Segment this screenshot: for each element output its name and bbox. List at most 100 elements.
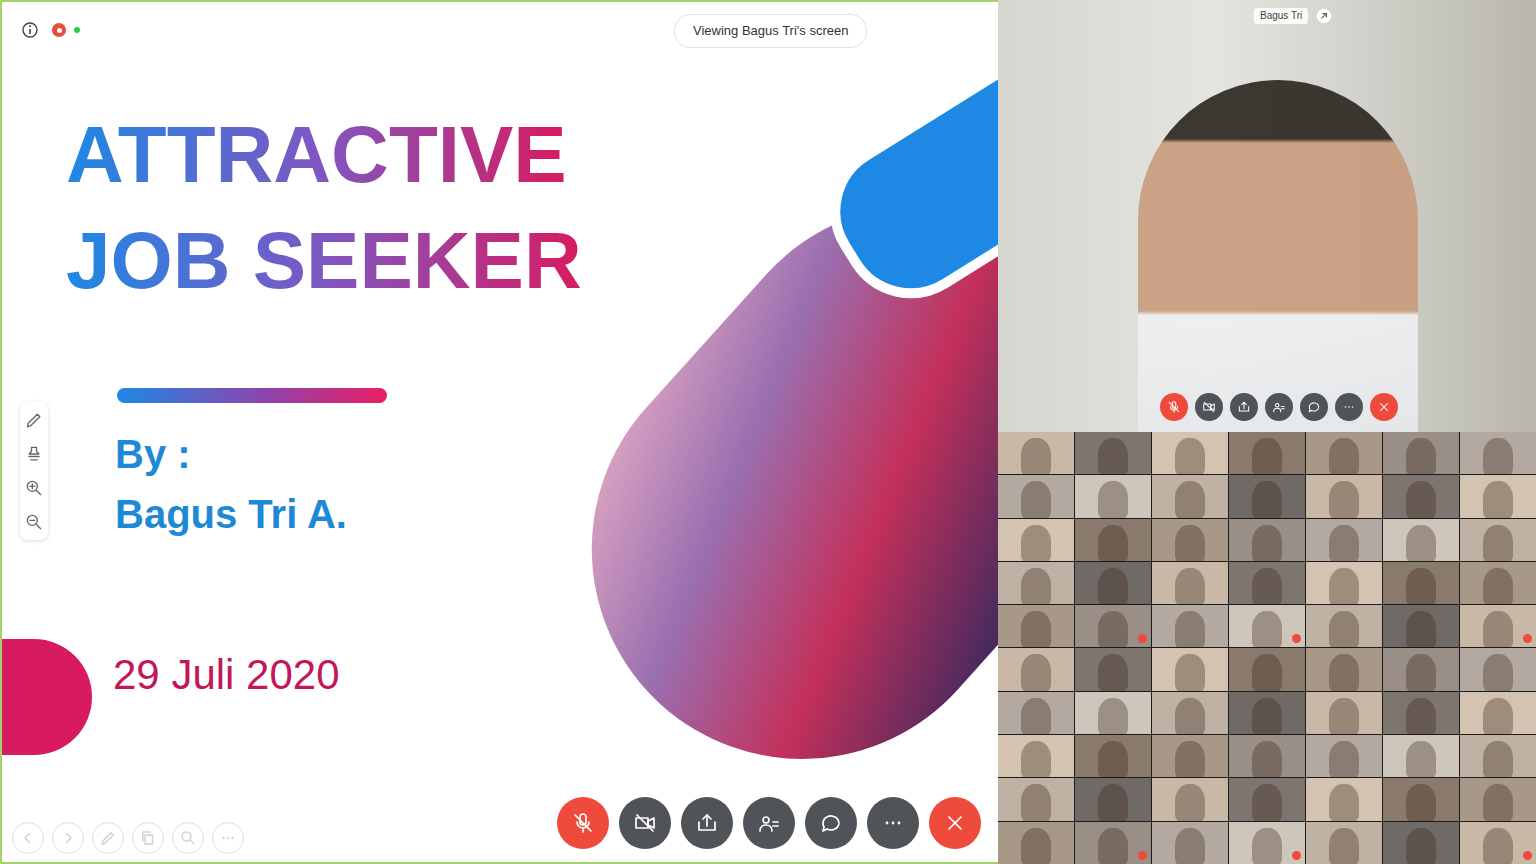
zoom-out-icon[interactable]: [24, 512, 44, 532]
participant-tile[interactable]: [1460, 648, 1536, 690]
participant-tile[interactable]: [1460, 562, 1536, 604]
slide-search-button[interactable]: [172, 822, 204, 854]
participant-tile[interactable]: [998, 735, 1074, 777]
slide-pen-button[interactable]: [92, 822, 124, 854]
participant-tile[interactable]: [1306, 519, 1382, 561]
info-icon[interactable]: [20, 20, 40, 40]
participant-tile[interactable]: [998, 432, 1074, 474]
participant-tile[interactable]: [1383, 605, 1459, 647]
participant-tile[interactable]: [1152, 519, 1228, 561]
slide-next-button[interactable]: [52, 822, 84, 854]
share-button[interactable]: [1230, 393, 1258, 421]
share-button[interactable]: [681, 797, 733, 849]
participant-tile[interactable]: [1383, 735, 1459, 777]
participant-tile[interactable]: [1306, 605, 1382, 647]
stamp-icon[interactable]: [24, 444, 44, 464]
participant-tile[interactable]: [1075, 519, 1151, 561]
participant-tile[interactable]: [1229, 562, 1305, 604]
participant-tile[interactable]: [1075, 605, 1151, 647]
participant-video: [1329, 568, 1359, 604]
participants-button[interactable]: [743, 797, 795, 849]
participant-tile[interactable]: [1383, 519, 1459, 561]
participant-tile[interactable]: [1152, 475, 1228, 517]
participant-tile[interactable]: [1306, 778, 1382, 820]
pin-icon[interactable]: [1316, 8, 1332, 24]
leave-button[interactable]: [1370, 393, 1398, 421]
participant-tile[interactable]: [1460, 822, 1536, 864]
leave-button[interactable]: [929, 797, 981, 849]
participant-tile[interactable]: [1229, 432, 1305, 474]
participant-tile[interactable]: [1460, 475, 1536, 517]
participant-tile[interactable]: [1152, 605, 1228, 647]
participant-tile[interactable]: [1383, 562, 1459, 604]
participant-tile[interactable]: [1383, 648, 1459, 690]
participants-button[interactable]: [1265, 393, 1293, 421]
slide-more-button[interactable]: [212, 822, 244, 854]
participant-tile[interactable]: [1306, 432, 1382, 474]
participant-video: [1483, 741, 1513, 777]
participant-tile[interactable]: [1075, 778, 1151, 820]
mic-button[interactable]: [1160, 393, 1188, 421]
participant-video: [1175, 481, 1205, 517]
participant-tile[interactable]: [1229, 519, 1305, 561]
zoom-in-icon[interactable]: [24, 478, 44, 498]
participant-tile[interactable]: [1460, 432, 1536, 474]
participant-tile[interactable]: [998, 822, 1074, 864]
participant-tile[interactable]: [1306, 692, 1382, 734]
participant-tile[interactable]: [1229, 778, 1305, 820]
participant-tile[interactable]: [998, 605, 1074, 647]
participant-tile[interactable]: [1152, 778, 1228, 820]
participant-tile[interactable]: [1306, 648, 1382, 690]
camera-button[interactable]: [619, 797, 671, 849]
participant-tile[interactable]: [1383, 475, 1459, 517]
participant-tile[interactable]: [1075, 692, 1151, 734]
participant-tile[interactable]: [1075, 822, 1151, 864]
participant-tile[interactable]: [1229, 822, 1305, 864]
more-button[interactable]: [867, 797, 919, 849]
participant-tile[interactable]: [1383, 822, 1459, 864]
participant-tile[interactable]: [998, 562, 1074, 604]
participant-tile[interactable]: [998, 648, 1074, 690]
participant-tile[interactable]: [1383, 692, 1459, 734]
mic-button[interactable]: [557, 797, 609, 849]
participant-tile[interactable]: [998, 519, 1074, 561]
participant-tile[interactable]: [1460, 692, 1536, 734]
participant-tile[interactable]: [1460, 605, 1536, 647]
participant-tile[interactable]: [1229, 475, 1305, 517]
participant-tile[interactable]: [998, 692, 1074, 734]
participant-tile[interactable]: [1229, 648, 1305, 690]
participant-tile[interactable]: [1229, 605, 1305, 647]
participant-tile[interactable]: [1075, 648, 1151, 690]
participant-tile[interactable]: [1152, 735, 1228, 777]
chat-button[interactable]: [805, 797, 857, 849]
pen-icon[interactable]: [24, 410, 44, 430]
participant-tile[interactable]: [1460, 778, 1536, 820]
participant-tile[interactable]: [1152, 822, 1228, 864]
slide-copy-button[interactable]: [132, 822, 164, 854]
participant-tile[interactable]: [1152, 432, 1228, 474]
participant-tile[interactable]: [1460, 735, 1536, 777]
participant-tile[interactable]: [1075, 562, 1151, 604]
participant-tile[interactable]: [1152, 692, 1228, 734]
participant-tile[interactable]: [1306, 475, 1382, 517]
participant-tile[interactable]: [998, 475, 1074, 517]
participant-tile[interactable]: [1306, 562, 1382, 604]
camera-button[interactable]: [1195, 393, 1223, 421]
participant-tile[interactable]: [1075, 735, 1151, 777]
participant-tile[interactable]: [1383, 432, 1459, 474]
participant-tile[interactable]: [1306, 735, 1382, 777]
participant-tile[interactable]: [1075, 475, 1151, 517]
slide-prev-button[interactable]: [12, 822, 44, 854]
participant-tile[interactable]: [1306, 822, 1382, 864]
participant-tile[interactable]: [1460, 519, 1536, 561]
participant-tile[interactable]: [1383, 778, 1459, 820]
participant-tile[interactable]: [998, 778, 1074, 820]
participant-tile[interactable]: [1075, 432, 1151, 474]
participant-tile[interactable]: [1152, 562, 1228, 604]
slide-date: 29 Juli 2020: [113, 649, 340, 701]
participant-tile[interactable]: [1152, 648, 1228, 690]
more-button[interactable]: [1335, 393, 1363, 421]
participant-tile[interactable]: [1229, 735, 1305, 777]
participant-tile[interactable]: [1229, 692, 1305, 734]
chat-button[interactable]: [1300, 393, 1328, 421]
